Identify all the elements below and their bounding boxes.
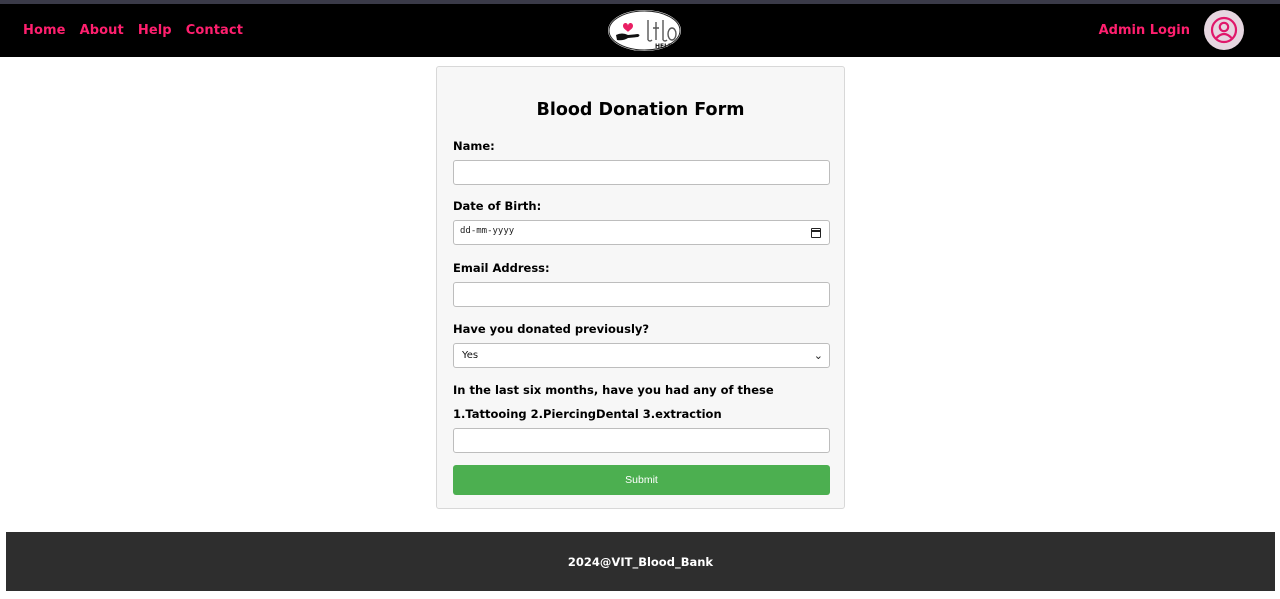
nav-links: Home About Help Contact <box>23 4 257 57</box>
nav-link-contact[interactable]: Contact <box>186 23 243 38</box>
dob-placeholder: dd-mm-yyyy <box>460 226 515 236</box>
nav-link-about[interactable]: About <box>80 23 124 38</box>
name-label: Name: <box>453 139 495 153</box>
dob-input[interactable]: dd-mm-yyyy <box>453 220 830 245</box>
six-months-label: In the last six months, have you had any… <box>453 383 774 397</box>
donated-select[interactable]: Yes ⌄ <box>453 343 830 368</box>
nav-link-help[interactable]: Help <box>138 23 172 38</box>
hand-holding-heart-logo-icon: HELP <box>608 10 681 51</box>
submit-button[interactable]: Submit <box>453 465 830 495</box>
name-input[interactable] <box>453 160 830 185</box>
conditions-input[interactable] <box>453 428 830 453</box>
donated-select-value: Yes <box>462 350 479 361</box>
chevron-down-icon: ⌄ <box>813 349 823 362</box>
site-logo[interactable]: HELP <box>608 10 681 51</box>
logo-text: HELP <box>655 43 673 50</box>
email-label: Email Address: <box>453 261 550 275</box>
footer: 2024@VIT_Blood_Bank <box>6 532 1275 591</box>
footer-copyright: 2024@VIT_Blood_Bank <box>567 554 714 569</box>
conditions-label: 1.Tattooing 2.PiercingDental 3.extractio… <box>453 407 722 421</box>
donated-label: Have you donated previously? <box>453 322 650 336</box>
navbar: Home About Help Contact HELP Admin Login <box>0 4 1280 57</box>
form-title: Blood Donation Form <box>536 100 745 120</box>
admin-avatar-button[interactable] <box>1204 10 1244 50</box>
user-circle-icon <box>1210 16 1238 44</box>
blood-donation-form: Blood Donation Form Name: Date of Birth:… <box>436 66 845 509</box>
nav-link-home[interactable]: Home <box>23 23 66 38</box>
email-input[interactable] <box>453 282 830 307</box>
admin-login-link[interactable]: Admin Login <box>1099 4 1190 57</box>
calendar-icon[interactable] <box>810 228 821 238</box>
dob-label: Date of Birth: <box>453 199 542 213</box>
